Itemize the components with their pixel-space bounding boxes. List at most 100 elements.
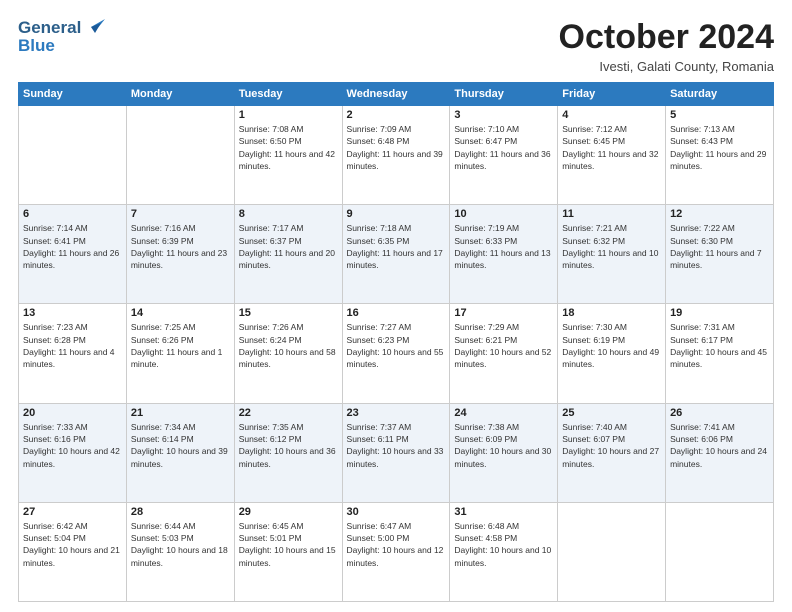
- day-info: Sunrise: 7:18 AMSunset: 6:35 PMDaylight:…: [347, 222, 446, 271]
- day-number: 14: [131, 307, 230, 319]
- day-info: Sunrise: 6:47 AMSunset: 5:00 PMDaylight:…: [347, 520, 446, 569]
- col-saturday: Saturday: [666, 83, 774, 106]
- table-row: 19 Sunrise: 7:31 AMSunset: 6:17 PMDayligh…: [666, 304, 774, 403]
- page: General Blue October 2024 Ivesti, Galati…: [0, 0, 792, 612]
- day-number: 19: [670, 307, 769, 319]
- day-info: Sunrise: 7:23 AMSunset: 6:28 PMDaylight:…: [23, 321, 122, 370]
- title-area: October 2024 Ivesti, Galati County, Roma…: [559, 18, 774, 74]
- day-number: 10: [454, 208, 553, 220]
- table-row: 27 Sunrise: 6:42 AMSunset: 5:04 PMDayligh…: [19, 502, 127, 601]
- logo-general-text: General: [18, 18, 81, 38]
- table-row: 11Sunrise: 7:21 AMSunset: 6:32 PMDayligh…: [558, 205, 666, 304]
- day-number: 31: [454, 506, 553, 518]
- table-row: 28 Sunrise: 6:44 AMSunset: 5:03 PMDayligh…: [126, 502, 234, 601]
- table-row: 13 Sunrise: 7:23 AMSunset: 6:28 PMDayligh…: [19, 304, 127, 403]
- day-number: 3: [454, 109, 553, 121]
- day-number: 7: [131, 208, 230, 220]
- day-number: 17: [454, 307, 553, 319]
- table-row: 26 Sunrise: 7:41 AMSunset: 6:06 PMDayligh…: [666, 403, 774, 502]
- day-info: Sunrise: 7:08 AMSunset: 6:50 PMDaylight:…: [239, 123, 338, 172]
- col-thursday: Thursday: [450, 83, 558, 106]
- day-info: Sunrise: 7:19 AMSunset: 6:33 PMDaylight:…: [454, 222, 553, 271]
- day-info: Sunrise: 7:30 AMSunset: 6:19 PMDaylight:…: [562, 321, 661, 370]
- table-row: [558, 502, 666, 601]
- day-number: 25: [562, 407, 661, 419]
- table-row: 14Sunrise: 7:25 AMSunset: 6:26 PMDayligh…: [126, 304, 234, 403]
- day-info: Sunrise: 6:44 AMSunset: 5:03 PMDaylight:…: [131, 520, 230, 569]
- col-tuesday: Tuesday: [234, 83, 342, 106]
- day-info: Sunrise: 7:26 AMSunset: 6:24 PMDaylight:…: [239, 321, 338, 370]
- day-number: 15: [239, 307, 338, 319]
- logo-bird-icon: [83, 19, 105, 35]
- day-info: Sunrise: 7:10 AMSunset: 6:47 PMDaylight:…: [454, 123, 553, 172]
- table-row: 5Sunrise: 7:13 AMSunset: 6:43 PMDaylight…: [666, 106, 774, 205]
- day-info: Sunrise: 7:21 AMSunset: 6:32 PMDaylight:…: [562, 222, 661, 271]
- day-number: 24: [454, 407, 553, 419]
- day-number: 28: [131, 506, 230, 518]
- day-number: 26: [670, 407, 769, 419]
- day-info: Sunrise: 7:40 AMSunset: 6:07 PMDaylight:…: [562, 421, 661, 470]
- day-number: 1: [239, 109, 338, 121]
- day-info: Sunrise: 7:27 AMSunset: 6:23 PMDaylight:…: [347, 321, 446, 370]
- table-row: 30 Sunrise: 6:47 AMSunset: 5:00 PMDayligh…: [342, 502, 450, 601]
- day-number: 9: [347, 208, 446, 220]
- day-number: 23: [347, 407, 446, 419]
- table-row: 25 Sunrise: 7:40 AMSunset: 6:07 PMDayligh…: [558, 403, 666, 502]
- table-row: 8Sunrise: 7:17 AMSunset: 6:37 PMDaylight…: [234, 205, 342, 304]
- day-info: Sunrise: 7:22 AMSunset: 6:30 PMDaylight:…: [670, 222, 769, 271]
- day-number: 12: [670, 208, 769, 220]
- day-info: Sunrise: 6:45 AMSunset: 5:01 PMDaylight:…: [239, 520, 338, 569]
- table-row: 3 Sunrise: 7:10 AMSunset: 6:47 PMDaylight…: [450, 106, 558, 205]
- table-row: 1 Sunrise: 7:08 AMSunset: 6:50 PMDaylight…: [234, 106, 342, 205]
- table-row: 31 Sunrise: 6:48 AMSunset: 4:58 PMDayligh…: [450, 502, 558, 601]
- table-row: 12 Sunrise: 7:22 AMSunset: 6:30 PMDayligh…: [666, 205, 774, 304]
- table-row: 21Sunrise: 7:34 AMSunset: 6:14 PMDayligh…: [126, 403, 234, 502]
- calendar: Sunday Monday Tuesday Wednesday Thursday…: [18, 82, 774, 602]
- day-number: 6: [23, 208, 122, 220]
- table-row: [666, 502, 774, 601]
- logo-blue-text: Blue: [18, 36, 55, 56]
- calendar-week-row: 6 Sunrise: 7:14 AMSunset: 6:41 PMDaylight…: [19, 205, 774, 304]
- calendar-header-row: Sunday Monday Tuesday Wednesday Thursday…: [19, 83, 774, 106]
- day-info: Sunrise: 7:35 AMSunset: 6:12 PMDaylight:…: [239, 421, 338, 470]
- day-number: 13: [23, 307, 122, 319]
- table-row: 17Sunrise: 7:29 AMSunset: 6:21 PMDayligh…: [450, 304, 558, 403]
- day-info: Sunrise: 6:48 AMSunset: 4:58 PMDaylight:…: [454, 520, 553, 569]
- col-wednesday: Wednesday: [342, 83, 450, 106]
- day-number: 16: [347, 307, 446, 319]
- table-row: [19, 106, 127, 205]
- col-monday: Monday: [126, 83, 234, 106]
- col-friday: Friday: [558, 83, 666, 106]
- header: General Blue October 2024 Ivesti, Galati…: [18, 18, 774, 74]
- logo: General Blue: [18, 18, 105, 56]
- day-info: Sunrise: 7:09 AMSunset: 6:48 PMDaylight:…: [347, 123, 446, 172]
- day-info: Sunrise: 7:17 AMSunset: 6:37 PMDaylight:…: [239, 222, 338, 271]
- day-info: Sunrise: 7:37 AMSunset: 6:11 PMDaylight:…: [347, 421, 446, 470]
- day-info: Sunrise: 7:41 AMSunset: 6:06 PMDaylight:…: [670, 421, 769, 470]
- logo-line: General: [18, 18, 105, 38]
- table-row: 2 Sunrise: 7:09 AMSunset: 6:48 PMDaylight…: [342, 106, 450, 205]
- table-row: 9 Sunrise: 7:18 AMSunset: 6:35 PMDaylight…: [342, 205, 450, 304]
- table-row: 4Sunrise: 7:12 AMSunset: 6:45 PMDaylight…: [558, 106, 666, 205]
- day-number: 20: [23, 407, 122, 419]
- day-number: 27: [23, 506, 122, 518]
- day-info: Sunrise: 6:42 AMSunset: 5:04 PMDaylight:…: [23, 520, 122, 569]
- day-number: 5: [670, 109, 769, 121]
- calendar-week-row: 20 Sunrise: 7:33 AMSunset: 6:16 PMDayligh…: [19, 403, 774, 502]
- day-info: Sunrise: 7:12 AMSunset: 6:45 PMDaylight:…: [562, 123, 661, 172]
- table-row: 6 Sunrise: 7:14 AMSunset: 6:41 PMDaylight…: [19, 205, 127, 304]
- location: Ivesti, Galati County, Romania: [559, 59, 774, 74]
- table-row: 20 Sunrise: 7:33 AMSunset: 6:16 PMDayligh…: [19, 403, 127, 502]
- day-number: 30: [347, 506, 446, 518]
- day-info: Sunrise: 7:14 AMSunset: 6:41 PMDaylight:…: [23, 222, 122, 271]
- calendar-week-row: 1 Sunrise: 7:08 AMSunset: 6:50 PMDaylight…: [19, 106, 774, 205]
- day-info: Sunrise: 7:31 AMSunset: 6:17 PMDaylight:…: [670, 321, 769, 370]
- day-number: 22: [239, 407, 338, 419]
- table-row: 16 Sunrise: 7:27 AMSunset: 6:23 PMDayligh…: [342, 304, 450, 403]
- table-row: 29 Sunrise: 6:45 AMSunset: 5:01 PMDayligh…: [234, 502, 342, 601]
- calendar-week-row: 13 Sunrise: 7:23 AMSunset: 6:28 PMDayligh…: [19, 304, 774, 403]
- day-info: Sunrise: 7:33 AMSunset: 6:16 PMDaylight:…: [23, 421, 122, 470]
- table-row: 7Sunrise: 7:16 AMSunset: 6:39 PMDaylight…: [126, 205, 234, 304]
- day-number: 2: [347, 109, 446, 121]
- day-number: 29: [239, 506, 338, 518]
